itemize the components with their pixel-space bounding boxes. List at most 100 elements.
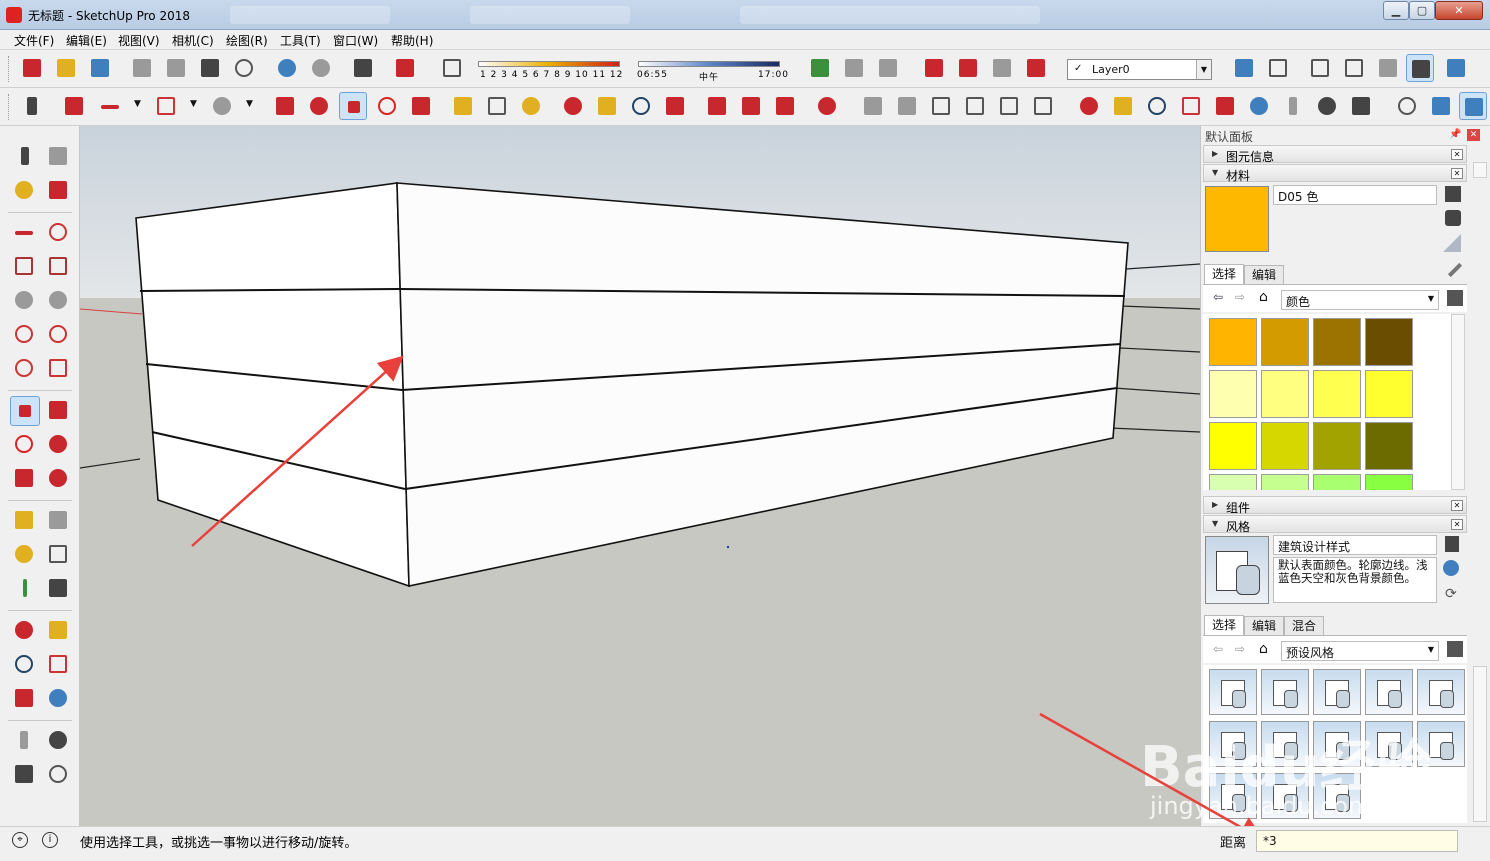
paste-button[interactable] bbox=[196, 54, 224, 82]
three-point-arc-tool[interactable] bbox=[10, 354, 40, 384]
iso-view-button[interactable] bbox=[859, 92, 887, 120]
close-icon[interactable]: ✕ bbox=[1451, 500, 1463, 511]
zoom-window-button[interactable] bbox=[1177, 92, 1205, 120]
photo-textures-button[interactable] bbox=[840, 54, 868, 82]
close-button[interactable]: ✕ bbox=[1435, 1, 1483, 20]
orbit-tool[interactable] bbox=[10, 616, 40, 646]
paint-bucket-tool[interactable] bbox=[10, 176, 40, 206]
materials-header[interactable]: ▼ 材料 ✕ bbox=[1203, 164, 1467, 183]
3d-text-tool[interactable] bbox=[44, 574, 74, 604]
text-tool-button[interactable] bbox=[483, 92, 511, 120]
zoom-button-2[interactable] bbox=[1143, 92, 1171, 120]
styles-tab-edit[interactable]: 编辑 bbox=[1244, 616, 1284, 636]
position-camera-button[interactable] bbox=[1279, 92, 1307, 120]
left-view-button[interactable] bbox=[1029, 92, 1057, 120]
line-tool[interactable] bbox=[10, 218, 40, 248]
eraser-tool-button[interactable] bbox=[60, 92, 88, 120]
create-material-icon[interactable] bbox=[1445, 210, 1461, 226]
material-swatch[interactable] bbox=[1261, 370, 1309, 418]
undo-button[interactable] bbox=[273, 54, 301, 82]
front-view-button[interactable] bbox=[927, 92, 955, 120]
rotate-tool-button[interactable] bbox=[373, 92, 401, 120]
eraser-tool[interactable] bbox=[44, 176, 74, 206]
section-plane-button[interactable] bbox=[1393, 92, 1421, 120]
freehand-tool[interactable] bbox=[44, 218, 74, 248]
copy-button[interactable] bbox=[162, 54, 190, 82]
scale-tool-button[interactable] bbox=[407, 92, 435, 120]
right-view-button[interactable] bbox=[961, 92, 989, 120]
warehouse-button[interactable] bbox=[920, 54, 948, 82]
arc-tool-dropdown[interactable]: ▼ bbox=[180, 92, 208, 120]
follow-me-tool[interactable] bbox=[44, 430, 74, 460]
material-swatch[interactable] bbox=[1365, 422, 1413, 470]
two-point-arc-tool[interactable] bbox=[44, 320, 74, 350]
new-model-button[interactable] bbox=[18, 54, 46, 82]
material-swatch[interactable] bbox=[1209, 318, 1257, 366]
make-component-tool[interactable] bbox=[44, 142, 74, 172]
materials-tab-edit[interactable]: 编辑 bbox=[1244, 265, 1284, 285]
details-arrow-icon[interactable] bbox=[1447, 641, 1463, 657]
print-button[interactable] bbox=[349, 54, 377, 82]
line-tool-button[interactable] bbox=[96, 92, 124, 120]
share-model-tool-button[interactable] bbox=[737, 92, 765, 120]
terrain-button[interactable] bbox=[874, 54, 902, 82]
zoom-extents-tool[interactable] bbox=[10, 684, 40, 714]
back-arrow-icon[interactable]: ⇦ bbox=[1213, 290, 1223, 304]
menu-help[interactable]: 帮助(H) bbox=[391, 32, 433, 49]
menu-camera[interactable]: 相机(C) bbox=[172, 32, 214, 49]
look-around-tool[interactable] bbox=[44, 726, 74, 756]
info-icon[interactable]: i bbox=[42, 832, 58, 848]
tape-measure-tool[interactable] bbox=[10, 506, 40, 536]
polygon-tool[interactable] bbox=[44, 286, 74, 316]
shadows-toggle-button[interactable] bbox=[438, 54, 466, 82]
material-swatch[interactable] bbox=[1365, 474, 1413, 490]
back-view-button[interactable] bbox=[995, 92, 1023, 120]
display-section-planes-button[interactable] bbox=[1427, 92, 1455, 120]
menu-draw[interactable]: 绘图(R) bbox=[226, 32, 268, 49]
dimension-tool[interactable] bbox=[44, 506, 74, 536]
style-description-field[interactable]: 默认表面颜色。轮廓边线。浅蓝色天空和灰色背景颜色。 bbox=[1273, 557, 1437, 603]
menu-view[interactable]: 视图(V) bbox=[118, 32, 160, 49]
style-library-dropdown[interactable]: 预设风格 ▼ bbox=[1281, 641, 1439, 661]
components-header[interactable]: ▶ 组件 ✕ bbox=[1203, 496, 1467, 515]
line-tool-dropdown[interactable]: ▼ bbox=[124, 92, 152, 120]
rotate-tool[interactable] bbox=[10, 430, 40, 460]
material-swatch[interactable] bbox=[1209, 422, 1257, 470]
month-slider[interactable] bbox=[478, 61, 620, 67]
push-pull-tool-button[interactable] bbox=[271, 92, 299, 120]
top-view-button[interactable] bbox=[893, 92, 921, 120]
close-icon[interactable]: ✕ bbox=[1451, 168, 1463, 179]
sample-paint-icon[interactable] bbox=[1443, 234, 1461, 252]
arc-tool-button[interactable] bbox=[152, 92, 180, 120]
look-around-button[interactable] bbox=[1313, 92, 1341, 120]
style-thumbnail[interactable] bbox=[1365, 669, 1413, 715]
tape-measure-tool-button[interactable] bbox=[449, 92, 477, 120]
pie-tool[interactable] bbox=[44, 354, 74, 384]
position-camera-tool[interactable] bbox=[10, 726, 40, 756]
move-tool[interactable] bbox=[10, 396, 40, 426]
refresh-icon[interactable]: ⟳ bbox=[1445, 586, 1457, 602]
monochrome-button[interactable] bbox=[1442, 54, 1470, 82]
text-tool[interactable] bbox=[44, 540, 74, 570]
redo-button[interactable] bbox=[307, 54, 335, 82]
style-thumbnail[interactable] bbox=[1209, 669, 1257, 715]
materials-tab-select[interactable]: 选择 bbox=[1204, 264, 1244, 284]
previous-view-tool[interactable] bbox=[44, 684, 74, 714]
styles-header[interactable]: ▼ 风格 ✕ bbox=[1203, 515, 1467, 534]
shape-tool-button[interactable] bbox=[208, 92, 236, 120]
modeling-viewport[interactable] bbox=[80, 126, 1200, 826]
details-arrow-icon[interactable] bbox=[1447, 290, 1463, 306]
material-swatch[interactable] bbox=[1261, 474, 1309, 490]
open-button[interactable] bbox=[52, 54, 80, 82]
zoom-extents-button[interactable] bbox=[661, 92, 689, 120]
erase-button[interactable] bbox=[230, 54, 258, 82]
wireframe-button[interactable] bbox=[1306, 54, 1334, 82]
display-section-cuts-button[interactable] bbox=[1459, 92, 1487, 120]
push-pull-tool[interactable] bbox=[44, 396, 74, 426]
home-icon[interactable]: ⌂ bbox=[1259, 641, 1268, 657]
menu-file[interactable]: 文件(F) bbox=[14, 32, 54, 49]
minimize-button[interactable]: ▁ bbox=[1383, 1, 1409, 20]
material-swatch[interactable] bbox=[1313, 370, 1361, 418]
create-style-icon[interactable] bbox=[1443, 560, 1459, 576]
styles-scrollbar[interactable] bbox=[1473, 666, 1487, 822]
